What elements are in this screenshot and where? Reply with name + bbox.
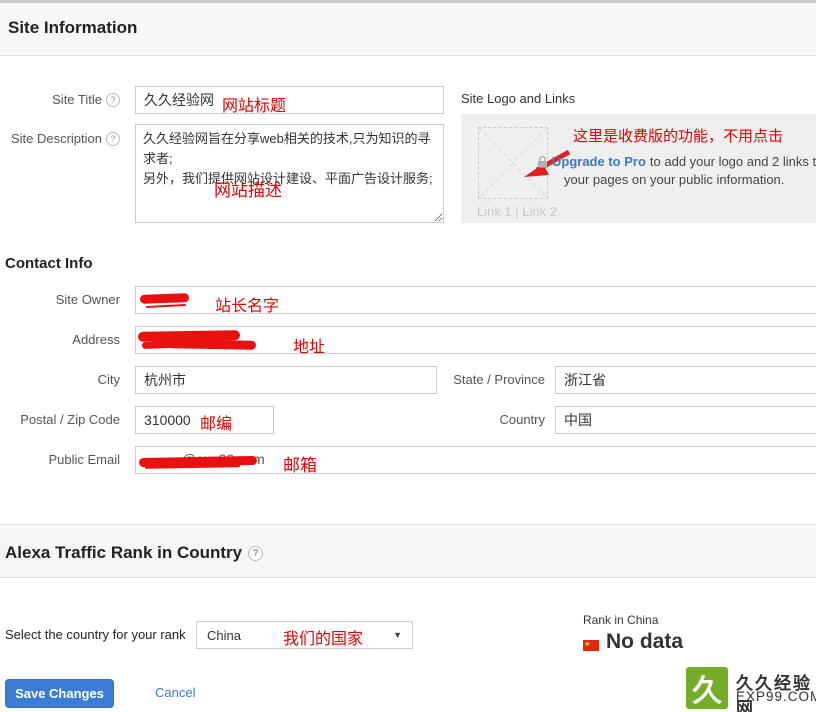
- help-icon[interactable]: ?: [106, 132, 120, 146]
- contact-info-heading: Contact Info: [5, 255, 93, 272]
- rank-section-heading-row: Alexa Traffic Rank in Country ?: [5, 543, 263, 563]
- site-logo-promo-box: 这里是收费版的功能，不用点击 Upgrade to Pro to add you…: [461, 114, 816, 223]
- city-label-row: City: [0, 372, 120, 387]
- pro-feature-annotation: 这里是收费版的功能，不用点击: [573, 125, 783, 146]
- lock-icon: [537, 155, 548, 168]
- postal-zip-label: Postal / Zip Code: [20, 412, 120, 427]
- watermark-domain: EXP99.COM: [736, 689, 816, 704]
- china-flag-icon: ★: [583, 640, 599, 651]
- chevron-down-icon: ▼: [393, 630, 402, 640]
- state-label-row: State / Province: [400, 372, 545, 387]
- site-description-label-row: Site Description ?: [0, 131, 120, 146]
- country-input[interactable]: [555, 406, 816, 434]
- country-label-row: Country: [400, 412, 545, 427]
- site-owner-label-row: Site Owner: [0, 292, 120, 307]
- postal-annotation: 邮编: [200, 410, 232, 434]
- site-owner-label: Site Owner: [56, 292, 120, 307]
- selected-country: China: [207, 628, 241, 643]
- rank-value: No data: [606, 630, 683, 654]
- state-province-input[interactable]: [555, 366, 816, 394]
- help-icon[interactable]: ?: [106, 93, 120, 107]
- email-annotation: 邮箱: [283, 451, 317, 476]
- cancel-link[interactable]: Cancel: [155, 685, 195, 700]
- public-email-label: Public Email: [48, 452, 120, 467]
- country-annotation: 我们的国家: [283, 625, 363, 649]
- country-select-dropdown[interactable]: China 我们的国家 ▼: [196, 621, 413, 649]
- site-information-page: Site Information Site Title ? 网站标题 Site …: [0, 0, 816, 712]
- upgrade-line: Upgrade to Pro to add your logo and 2 li…: [537, 154, 816, 169]
- page-title: Site Information: [8, 18, 137, 38]
- site-title-label-row: Site Title ?: [0, 92, 120, 107]
- watermark-logo-icon: 久: [686, 667, 728, 709]
- site-title-label: Site Title: [52, 92, 102, 107]
- postal-label-row: Postal / Zip Code: [0, 412, 120, 427]
- city-label: City: [98, 372, 120, 387]
- email-label-row: Public Email: [0, 452, 120, 467]
- country-select-label: Select the country for your rank: [5, 627, 186, 642]
- rank-in-country-label: Rank in China: [583, 613, 658, 627]
- site-title-input[interactable]: [135, 86, 444, 114]
- address-label-row: Address: [0, 332, 120, 347]
- upgrade-text: to add your logo and 2 links to promote: [650, 154, 816, 169]
- site-description-label: Site Description: [11, 131, 102, 146]
- upgrade-to-pro-link[interactable]: Upgrade to Pro: [552, 154, 646, 169]
- site-description-textarea[interactable]: 久久经验网旨在分享web相关的技术,只为知识的寻求者; 另外，我们提供网站设计建…: [135, 124, 444, 223]
- site-description-annotation: 网站描述: [214, 176, 282, 201]
- city-input[interactable]: [135, 366, 437, 394]
- help-icon[interactable]: ?: [248, 546, 263, 561]
- state-province-label: State / Province: [453, 372, 545, 387]
- country-label: Country: [499, 412, 545, 427]
- save-changes-button[interactable]: Save Changes: [5, 679, 114, 708]
- upgrade-text-2: your pages on your public information.: [564, 172, 784, 187]
- address-label: Address: [72, 332, 120, 347]
- link-placeholders: Link 1 | Link 2: [477, 204, 557, 219]
- address-annotation: 地址: [293, 333, 325, 357]
- site-owner-redaction: [140, 293, 189, 304]
- site-title-annotation: 网站标题: [222, 92, 286, 116]
- site-logo-links-label: Site Logo and Links: [461, 91, 575, 106]
- site-owner-annotation: 站长名字: [215, 292, 279, 316]
- rank-section-heading: Alexa Traffic Rank in Country: [5, 543, 242, 563]
